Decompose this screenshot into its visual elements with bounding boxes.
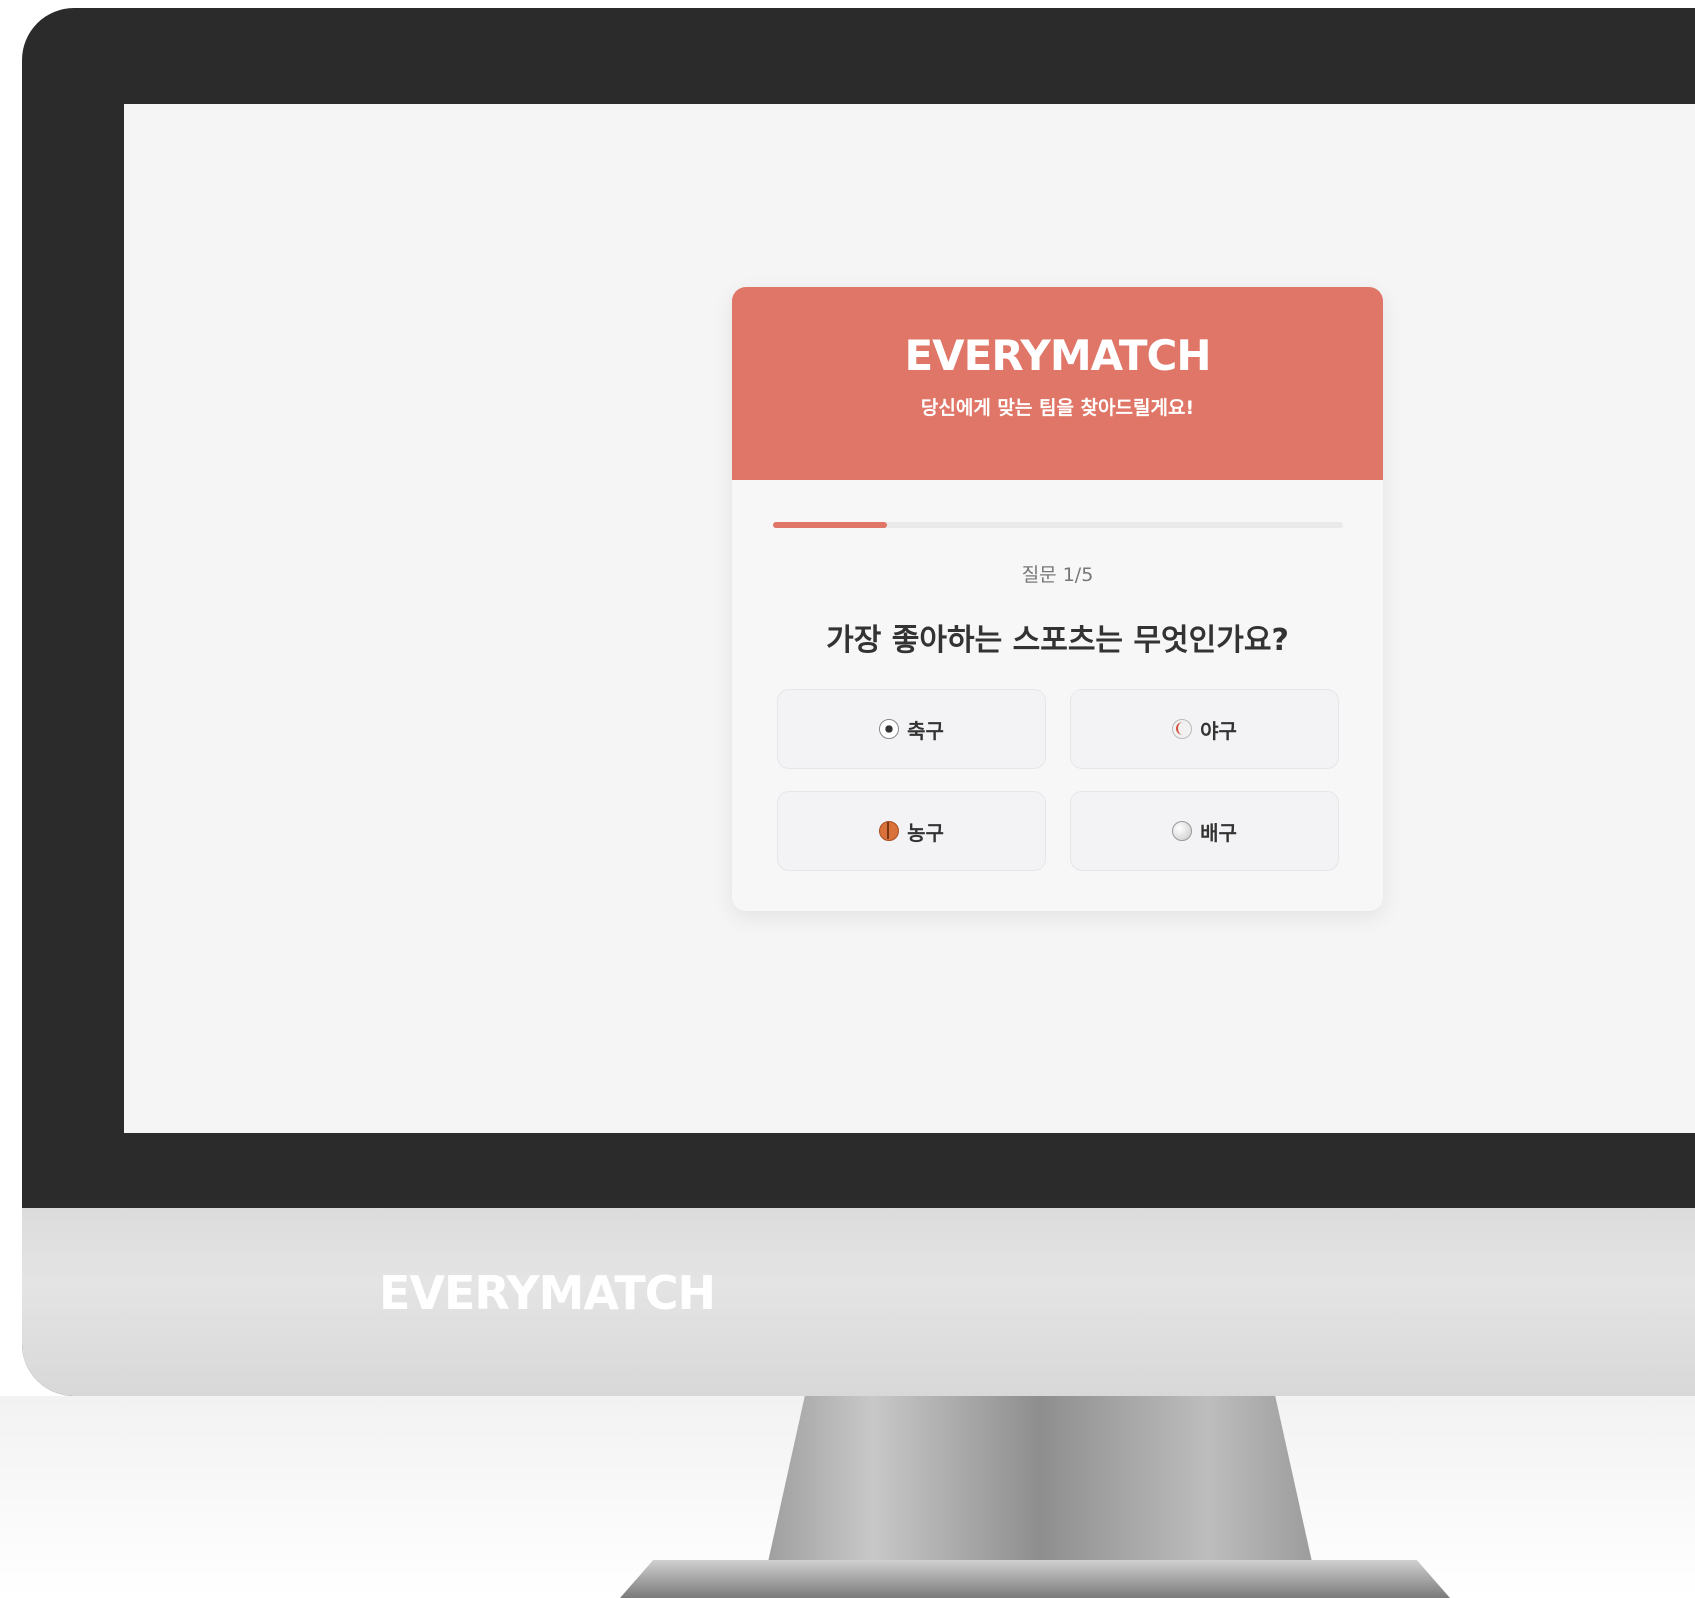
option-label: 농구 (907, 820, 944, 845)
question-counter: 질문 1/5 (1021, 564, 1094, 586)
quiz-card: EVERYMATCH 당신에게 맞는 팀을 찾아드릴게요! 질문 1/5 가장 … (732, 287, 1383, 911)
basketball-icon (879, 821, 900, 841)
option-label: 야구 (1200, 718, 1237, 743)
progress-bar (773, 522, 1343, 528)
soccer-ball-icon (879, 719, 900, 739)
option-volleyball-button[interactable]: 배구 (1070, 791, 1339, 871)
brand-logo: EVERYMATCH (904, 331, 1211, 380)
progress-bar-fill (773, 522, 887, 528)
option-baseball-button[interactable]: 야구 (1070, 689, 1339, 769)
option-label: 축구 (907, 718, 944, 743)
option-label: 배구 (1200, 820, 1237, 845)
question-title: 가장 좋아하는 스포츠는 무엇인가요? (826, 623, 1289, 658)
monitor-stand-base (620, 1560, 1450, 1598)
brand-tagline: 당신에게 맞는 팀을 찾아드릴게요! (920, 397, 1195, 420)
option-basketball-button[interactable]: 농구 (777, 791, 1046, 871)
monitor-chin-logo: EVERYMATCH (378, 1266, 716, 1320)
answer-options: 축구 야구 농구 배구 (777, 689, 1339, 871)
volleyball-icon (1172, 821, 1193, 841)
baseball-icon (1172, 719, 1193, 739)
quiz-header: EVERYMATCH 당신에게 맞는 팀을 찾아드릴게요! (732, 287, 1383, 480)
option-soccer-button[interactable]: 축구 (777, 689, 1046, 769)
